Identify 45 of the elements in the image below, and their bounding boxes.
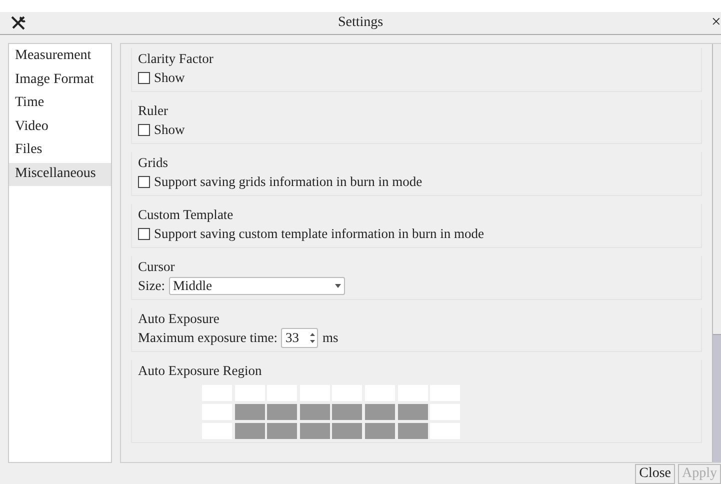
group-title: Grids	[138, 154, 169, 172]
group-title: Ruler	[138, 102, 169, 120]
close-icon[interactable]: ×	[711, 13, 721, 31]
sidebar-item[interactable]: Time	[9, 92, 111, 116]
group-title: Cursor	[138, 258, 176, 276]
group-title: Auto Exposure	[138, 310, 220, 328]
exposure-spinbox[interactable]: 33	[281, 328, 318, 348]
unit-label: ms	[322, 330, 338, 346]
sidebar-item[interactable]: Files	[9, 139, 111, 162]
checkbox-label[interactable]: Show	[154, 122, 185, 138]
region-cell[interactable]	[234, 404, 265, 420]
region-cell[interactable]	[364, 404, 395, 420]
region-cell[interactable]	[398, 404, 428, 420]
sidebar-item[interactable]: Miscellaneous	[9, 162, 111, 186]
region-cell[interactable]	[332, 404, 362, 420]
window-title: Settings	[338, 15, 384, 31]
group-title: Clarity Factor	[138, 50, 214, 68]
checkbox-label[interactable]: Show	[154, 70, 185, 86]
field-label: Size:	[138, 278, 165, 294]
region-cell[interactable]	[364, 423, 395, 439]
size-dropdown[interactable]: Middle	[169, 277, 345, 295]
checkbox[interactable]	[138, 72, 150, 84]
region-cell[interactable]	[267, 423, 298, 439]
region-cell[interactable]	[267, 404, 298, 420]
caret-icon	[335, 284, 341, 288]
sidebar-item[interactable]: Image Format	[9, 68, 111, 92]
group-title: Custom Template	[138, 206, 234, 224]
checkbox-label[interactable]: Support saving custom template information in burn in mode	[154, 226, 484, 242]
checkbox[interactable]	[138, 124, 150, 136]
spin-arrows-icon[interactable]	[310, 332, 316, 344]
sidebar-item[interactable]: Measurement	[9, 45, 111, 68]
sidebar-item[interactable]: Video	[9, 116, 111, 139]
tools-icon	[10, 16, 26, 30]
checkbox[interactable]	[138, 176, 150, 188]
region-cell[interactable]	[332, 423, 362, 439]
region-cell[interactable]	[398, 423, 428, 439]
dialog-button[interactable]: Close	[635, 464, 675, 484]
region-cell[interactable]	[234, 423, 265, 439]
scrollbar[interactable]	[712, 44, 721, 462]
region-cell[interactable]	[300, 404, 330, 420]
region-cell[interactable]	[300, 423, 330, 439]
field-label: Maximum exposure time:	[138, 330, 278, 346]
group-title: Auto Exposure Region	[138, 362, 263, 380]
checkbox[interactable]	[138, 228, 150, 240]
checkbox-label[interactable]: Support saving grids information in burn in mode	[154, 174, 422, 190]
